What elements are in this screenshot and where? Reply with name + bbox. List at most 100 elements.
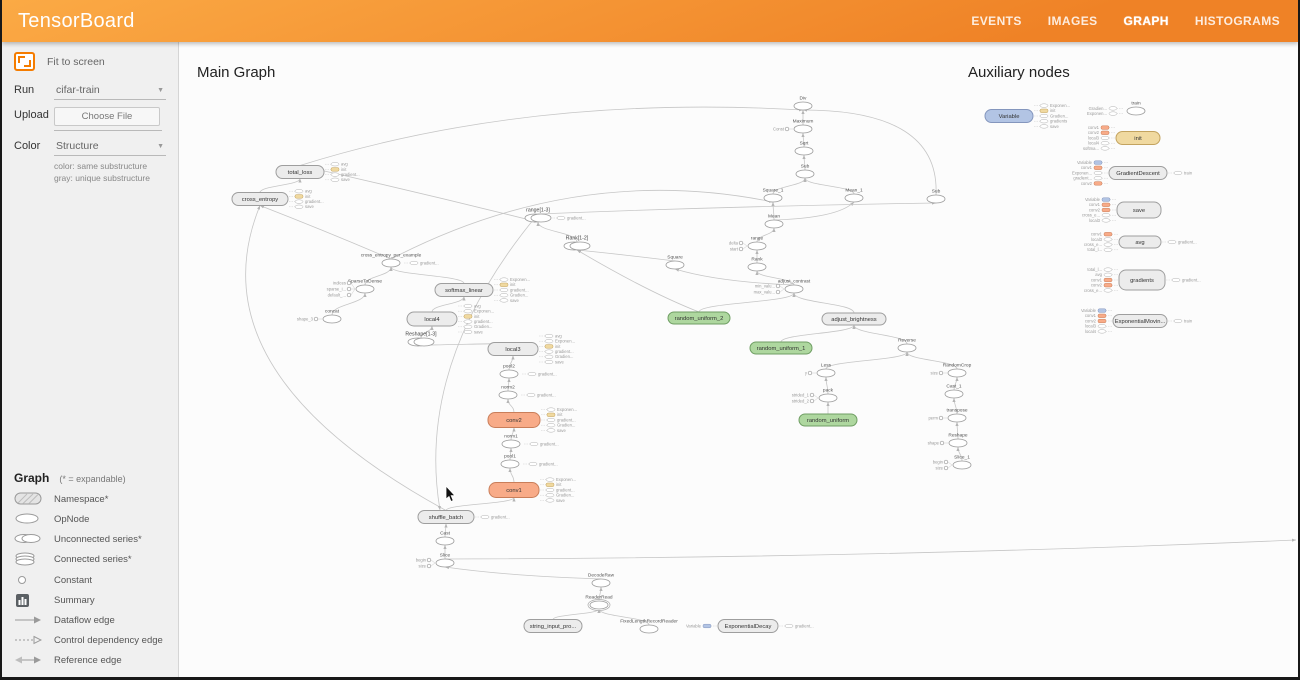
app-title: TensorBoard xyxy=(2,10,135,33)
graph-node-local3[interactable]: local3avgExponen...initgradient...Gradie… xyxy=(488,333,575,364)
graph-node-aux_variable[interactable]: VariableExponen...initGradien...gradient… xyxy=(985,103,1070,129)
nav-tab-images[interactable]: IMAGES xyxy=(1048,14,1098,28)
graph-node-reshape13[interactable]: Reshape[1-3] xyxy=(405,332,437,347)
svg-text:size: size xyxy=(936,465,944,470)
graph-node-mean[interactable]: Mean xyxy=(765,214,783,229)
color-select[interactable]: Structure ▼ xyxy=(54,138,166,156)
svg-text:range: range xyxy=(751,236,764,242)
graph-node-adjust_brightness[interactable]: adjust_brightness xyxy=(822,313,886,325)
main-graph-title: Main Graph xyxy=(197,64,275,81)
fit-to-screen-button[interactable]: Fit to screen xyxy=(2,42,178,75)
reference-edge-icon xyxy=(14,653,44,668)
nav-tab-events[interactable]: EVENTS xyxy=(971,14,1021,28)
svg-text:gradient...: gradient... xyxy=(795,623,814,628)
svg-text:gradient...: gradient... xyxy=(540,441,559,446)
graph-node-local4[interactable]: local4avgExponen...initgradient...Gradie… xyxy=(407,303,494,334)
legend-item: OpNode xyxy=(2,510,178,530)
graph-node-aux_gradients[interactable]: gradientsgradient...total_l...avgconv1co… xyxy=(1084,267,1201,293)
graph-node-ru1[interactable]: random_uniform_1 xyxy=(750,342,812,354)
graph-node-string_input[interactable]: string_input_pro... xyxy=(524,620,582,633)
svg-text:perm: perm xyxy=(928,415,938,420)
svg-text:max_valu...: max_valu... xyxy=(754,289,775,294)
graph-node-sub2[interactable]: Sub xyxy=(927,189,945,204)
graph-node-ru2[interactable]: random_uniform_2 xyxy=(668,312,730,324)
graph-node-expdecay[interactable]: ExponentialDecaygradient...Variable xyxy=(686,620,814,633)
nav-tab-graph[interactable]: GRAPH xyxy=(1124,14,1169,28)
graph-node-conv1[interactable]: conv1Exponen...initgradient...Gradien...… xyxy=(489,477,576,503)
graph-node-pool1[interactable]: pool1gradient... xyxy=(501,454,558,469)
svg-text:conv2: conv2 xyxy=(506,418,521,424)
svg-text:shape_3: shape_3 xyxy=(297,316,314,321)
graph-node-conv2[interactable]: conv2Exponen...initgradient...Gradien...… xyxy=(488,407,577,433)
graph-node-aux_expmov[interactable]: ExponentialMovin...trainVariableconv1con… xyxy=(1081,308,1193,334)
graph-node-softmax_linear[interactable]: softmax_linearExponen...initgradient...G… xyxy=(435,277,530,303)
graph-node-decoderaw[interactable]: DecodeRaw xyxy=(588,573,615,588)
svg-text:train: train xyxy=(1184,170,1193,175)
graph-node-rank12[interactable]: Rank[1-2] xyxy=(564,236,590,251)
graph-node-adjust_contrast[interactable]: adjust_contrastmin_valu...max_valu... xyxy=(754,279,811,295)
svg-text:total_l...: total_l... xyxy=(1087,247,1102,252)
svg-text:local4: local4 xyxy=(424,317,440,323)
svg-text:indices: indices xyxy=(333,280,346,285)
dataflow-edge-icon xyxy=(14,613,44,628)
graph-node-mean1[interactable]: Mean_1 xyxy=(845,188,863,203)
graph-node-aux_avg[interactable]: avggradient...conv1local3cross_e...total… xyxy=(1084,232,1197,253)
graph-node-flrr[interactable]: FixedLengthRecordReader xyxy=(620,619,678,634)
graph-node-slice1[interactable]: Slice_1beginsize xyxy=(933,455,971,471)
graph-node-reverse[interactable]: Reverse xyxy=(898,338,916,353)
svg-text:train: train xyxy=(1131,101,1141,107)
graph-node-square[interactable]: Square xyxy=(666,255,684,270)
graph-node-cast1[interactable]: Cast_1 xyxy=(945,384,963,399)
svg-text:gradient...: gradient... xyxy=(538,371,557,376)
graph-node-readerread[interactable]: ReaderRead xyxy=(585,595,613,611)
graph-node-aux_gd[interactable]: GradientDescenttrainVariableconv1Exponen… xyxy=(1072,160,1193,186)
graph-node-sub1[interactable]: Sub xyxy=(796,164,814,179)
run-select[interactable]: cifar-train ▼ xyxy=(54,82,166,100)
svg-text:shuffle_batch: shuffle_batch xyxy=(429,515,463,521)
nav-tab-histograms[interactable]: HISTOGRAMS xyxy=(1195,14,1280,28)
svg-text:cross_entropy: cross_entropy xyxy=(242,197,279,203)
svg-text:y: y xyxy=(805,370,808,375)
graph-node-norm1[interactable]: norm1gradient... xyxy=(502,434,559,449)
graph-node-range_op[interactable]: rangedeltastart xyxy=(729,236,766,252)
graph-node-cast[interactable]: Cast xyxy=(436,531,454,546)
graph-node-aux_train[interactable]: trainGradien...Exponen... xyxy=(1087,101,1145,117)
graph-node-shuffle_batch[interactable]: shuffle_batchgradient... xyxy=(418,511,510,524)
svg-text:GradientDescent: GradientDescent xyxy=(1116,171,1160,177)
graph-node-sqrt[interactable]: Sqrt xyxy=(795,141,813,156)
svg-text:Reshape[1-3]: Reshape[1-3] xyxy=(405,332,437,338)
graph-node-norm2[interactable]: norm2gradient... xyxy=(499,385,556,400)
svg-text:conv1: conv1 xyxy=(506,488,521,494)
graph-node-concat[interactable]: concatshape_3 xyxy=(297,309,341,324)
graph-node-rank[interactable]: Rank xyxy=(748,257,766,272)
graph-node-cepe[interactable]: cross_entropy_per_examplegradient... xyxy=(361,253,439,268)
svg-text:Maximum: Maximum xyxy=(793,119,814,125)
svg-text:Exponen...: Exponen... xyxy=(1087,111,1107,116)
graph-node-pool2[interactable]: pool2gradient... xyxy=(500,364,557,379)
svg-text:pool1: pool1 xyxy=(504,454,516,460)
graph-node-slice[interactable]: Slicebeginsize xyxy=(416,553,454,569)
graph-node-ru0[interactable]: random_uniform xyxy=(799,414,857,426)
graph-node-less[interactable]: Lessy xyxy=(805,363,835,378)
graph-node-sparsetodense[interactable]: SparseToDenseindicessparse_i...default_.… xyxy=(327,279,383,298)
graph-node-pack[interactable]: packstrided_1strided_2 xyxy=(792,388,837,404)
svg-text:avg: avg xyxy=(1135,240,1144,246)
graph-node-cross_entropy[interactable]: cross_entropyavginitgradient...save xyxy=(232,189,324,210)
graph-node-maximum[interactable]: MaximumConst xyxy=(773,119,813,134)
graph-node-transpose[interactable]: transposeperm xyxy=(928,408,967,423)
svg-text:Square_1: Square_1 xyxy=(763,188,784,194)
run-label: Run xyxy=(14,82,54,96)
graph-node-range13[interactable]: range[1-3]gradient... xyxy=(525,208,586,223)
svg-text:norm2: norm2 xyxy=(501,385,515,391)
graph-node-div[interactable]: Div xyxy=(794,96,812,111)
graph-node-reshape_op[interactable]: Reshapeshape xyxy=(928,433,968,448)
graph-node-total_loss[interactable]: total_lossavginitgradient...save xyxy=(276,162,360,183)
graph-node-aux_init[interactable]: initconv1conv2local3local4softma... xyxy=(1083,125,1160,151)
graph-node-square1[interactable]: Square_1 xyxy=(763,188,784,203)
sidebar: Fit to screen Run cifar-train ▼ Upload C… xyxy=(2,42,179,677)
graph-node-randomcrop[interactable]: RandomCropsize xyxy=(931,363,972,378)
svg-text:total_loss: total_loss xyxy=(288,170,313,176)
choose-file-button[interactable]: Choose File xyxy=(54,107,160,126)
graph-canvas[interactable]: total_lossavginitgradient...save cross_en… xyxy=(178,42,1300,677)
graph-node-aux_save[interactable]: saveVariableconv1conv2cross_e...local3 xyxy=(1082,197,1161,223)
